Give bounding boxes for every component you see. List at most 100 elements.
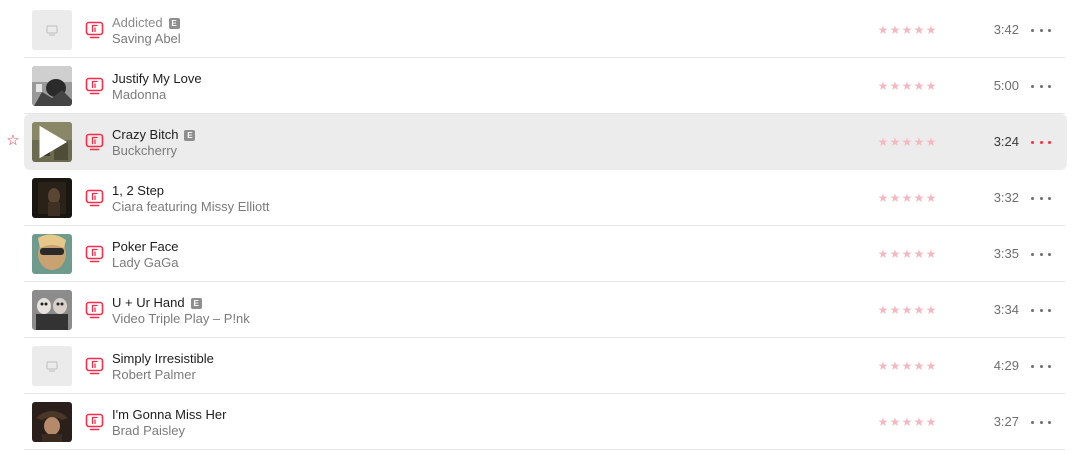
rating-star-icon[interactable]: ★ [889,133,901,151]
rating-star-icon[interactable]: ★ [913,357,925,375]
play-icon[interactable] [32,122,72,162]
song-duration: 3:34 [993,302,1019,317]
song-duration: 5:00 [993,78,1019,93]
song-duration: 3:35 [993,246,1019,261]
song-artist: Lady GaGa [112,255,179,270]
artwork-thumbnail[interactable] [32,122,72,162]
song-row[interactable]: I'm Gonna Miss Her Brad Paisley ★★★★★ 3:… [0,394,1089,450]
rating-star-icon[interactable]: ★ [925,245,937,263]
song-row[interactable]: Justify My Love Madonna ★★★★★ 5:00 [0,58,1089,114]
music-video-icon [85,77,104,95]
rating-star-icon[interactable]: ★ [889,357,901,375]
more-options-button[interactable] [1031,188,1051,208]
more-options-button[interactable] [1031,412,1051,432]
rating-star-icon[interactable]: ★ [913,301,925,319]
artwork-thumbnail [32,402,72,442]
song-artist: Saving Abel [112,31,181,46]
video-thumbnail-image [32,178,72,218]
tv-placeholder-icon [32,10,72,50]
rating-star-icon[interactable]: ★ [877,21,889,39]
star-rating[interactable]: ★★★★★ [877,189,937,207]
rating-star-icon[interactable]: ★ [901,133,913,151]
explicit-badge: E [190,298,202,309]
rating-star-icon[interactable]: ★ [877,357,889,375]
rating-star-icon[interactable]: ★ [877,189,889,207]
music-video-icon [85,413,104,431]
video-thumbnail-image [32,290,72,330]
rating-star-icon[interactable]: ★ [877,245,889,263]
explicit-badge: E [184,130,196,141]
song-title: Addicted E [112,15,180,31]
rating-star-icon[interactable]: ★ [877,77,889,95]
rating-star-icon[interactable]: ★ [877,133,889,151]
artwork-thumbnail [32,290,72,330]
rating-star-icon[interactable]: ★ [889,189,901,207]
song-artist: Brad Paisley [112,423,185,438]
music-video-icon [85,301,104,319]
song-row[interactable]: U + Ur Hand E Video Triple Play – P!nk ★★… [0,282,1089,338]
music-video-icon [85,245,104,263]
star-rating[interactable]: ★★★★★ [877,245,937,263]
rating-star-icon[interactable]: ★ [925,413,937,431]
rating-star-icon[interactable]: ★ [877,413,889,431]
rating-star-icon[interactable]: ★ [901,357,913,375]
more-options-button[interactable] [1031,132,1051,152]
rating-star-icon[interactable]: ★ [913,189,925,207]
rating-star-icon[interactable]: ★ [889,245,901,263]
rating-star-icon[interactable]: ★ [913,245,925,263]
rating-star-icon[interactable]: ★ [925,357,937,375]
more-options-button[interactable] [1031,20,1051,40]
rating-star-icon[interactable]: ★ [889,21,901,39]
rating-star-icon[interactable]: ★ [901,189,913,207]
rating-star-icon[interactable]: ★ [913,413,925,431]
rating-star-icon[interactable]: ★ [901,301,913,319]
music-video-icon [85,133,104,151]
rating-star-icon[interactable]: ★ [889,77,901,95]
song-row[interactable]: Poker Face Lady GaGa ★★★★★ 3:35 [0,226,1089,282]
artwork-placeholder [32,346,72,386]
rating-star-icon[interactable]: ★ [901,77,913,95]
rating-star-icon[interactable]: ★ [925,133,937,151]
rating-star-icon[interactable]: ★ [913,133,925,151]
song-list: Addicted E Saving Abel ★★★★★ 3:42 Justify… [0,0,1089,454]
more-options-button[interactable] [1031,244,1051,264]
song-row[interactable]: Simply Irresistible Robert Palmer ★★★★★ … [0,338,1089,394]
star-rating[interactable]: ★★★★★ [877,21,937,39]
rating-star-icon[interactable]: ★ [925,189,937,207]
artwork-placeholder [32,10,72,50]
rating-star-icon[interactable]: ★ [889,413,901,431]
star-rating[interactable]: ★★★★★ [877,413,937,431]
song-title: Justify My Love [112,71,202,86]
favorite-star-icon[interactable]: ☆ [5,133,21,149]
rating-star-icon[interactable]: ★ [913,77,925,95]
star-rating[interactable]: ★★★★★ [877,77,937,95]
song-artist: Ciara featuring Missy Elliott [112,199,270,214]
song-artist: Video Triple Play – P!nk [112,311,250,326]
song-duration: 4:29 [993,358,1019,373]
star-rating[interactable]: ★★★★★ [877,133,937,151]
song-row[interactable]: Addicted E Saving Abel ★★★★★ 3:42 [0,2,1089,58]
rating-star-icon[interactable]: ★ [889,301,901,319]
song-title: Crazy Bitch E [112,127,196,143]
explicit-badge: E [168,18,180,29]
star-rating[interactable]: ★★★★★ [877,357,937,375]
rating-star-icon[interactable]: ★ [913,21,925,39]
rating-star-icon[interactable]: ★ [877,301,889,319]
rating-star-icon[interactable]: ★ [901,245,913,263]
more-options-button[interactable] [1031,76,1051,96]
rating-star-icon[interactable]: ★ [925,77,937,95]
rating-star-icon[interactable]: ★ [901,21,913,39]
song-duration: 3:27 [993,414,1019,429]
song-row-selected[interactable]: ☆ Crazy Bitch E Buckcherry ★★★★★ 3:24 [0,114,1089,170]
song-row[interactable]: 1, 2 Step Ciara featuring Missy Elliott … [0,170,1089,226]
more-options-button[interactable] [1031,300,1051,320]
song-title: I'm Gonna Miss Her [112,407,227,422]
more-options-button[interactable] [1031,356,1051,376]
rating-star-icon[interactable]: ★ [901,413,913,431]
song-duration: 3:42 [993,22,1019,37]
rating-star-icon[interactable]: ★ [925,301,937,319]
star-rating[interactable]: ★★★★★ [877,301,937,319]
song-duration: 3:24 [993,134,1019,149]
song-artist: Robert Palmer [112,367,196,382]
rating-star-icon[interactable]: ★ [925,21,937,39]
